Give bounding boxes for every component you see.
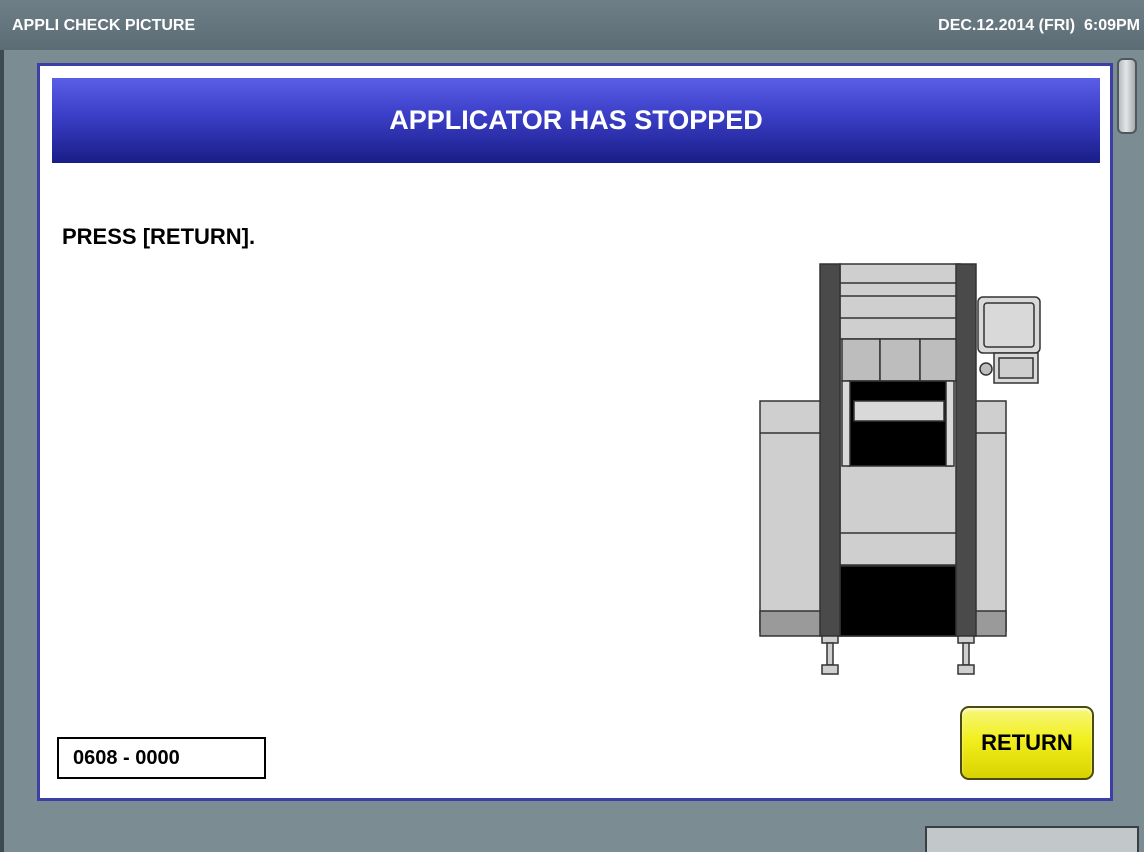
alert-dialog: APPLICATOR HAS STOPPED PRESS [RETURN]. 0…	[37, 63, 1113, 801]
screen-title: APPLI CHECK PICTURE	[12, 17, 196, 34]
bottom-tab[interactable]	[925, 826, 1139, 852]
datetime-display: DEC.12.2014 (FRI) 6:09PM	[938, 17, 1140, 34]
scrollbar-thumb[interactable]	[1117, 58, 1137, 134]
instruction-text: PRESS [RETURN].	[62, 224, 256, 249]
status-bar: APPLI CHECK PICTURE DEC.12.2014 (FRI) 6:…	[0, 0, 1144, 50]
error-code-display: 0608 - 0000	[57, 737, 266, 779]
return-button[interactable]: RETURN	[960, 706, 1094, 780]
dialog-title: APPLICATOR HAS STOPPED	[52, 78, 1100, 163]
left-edge-strip	[0, 50, 4, 852]
applicator-machine-icon	[759, 263, 1041, 675]
